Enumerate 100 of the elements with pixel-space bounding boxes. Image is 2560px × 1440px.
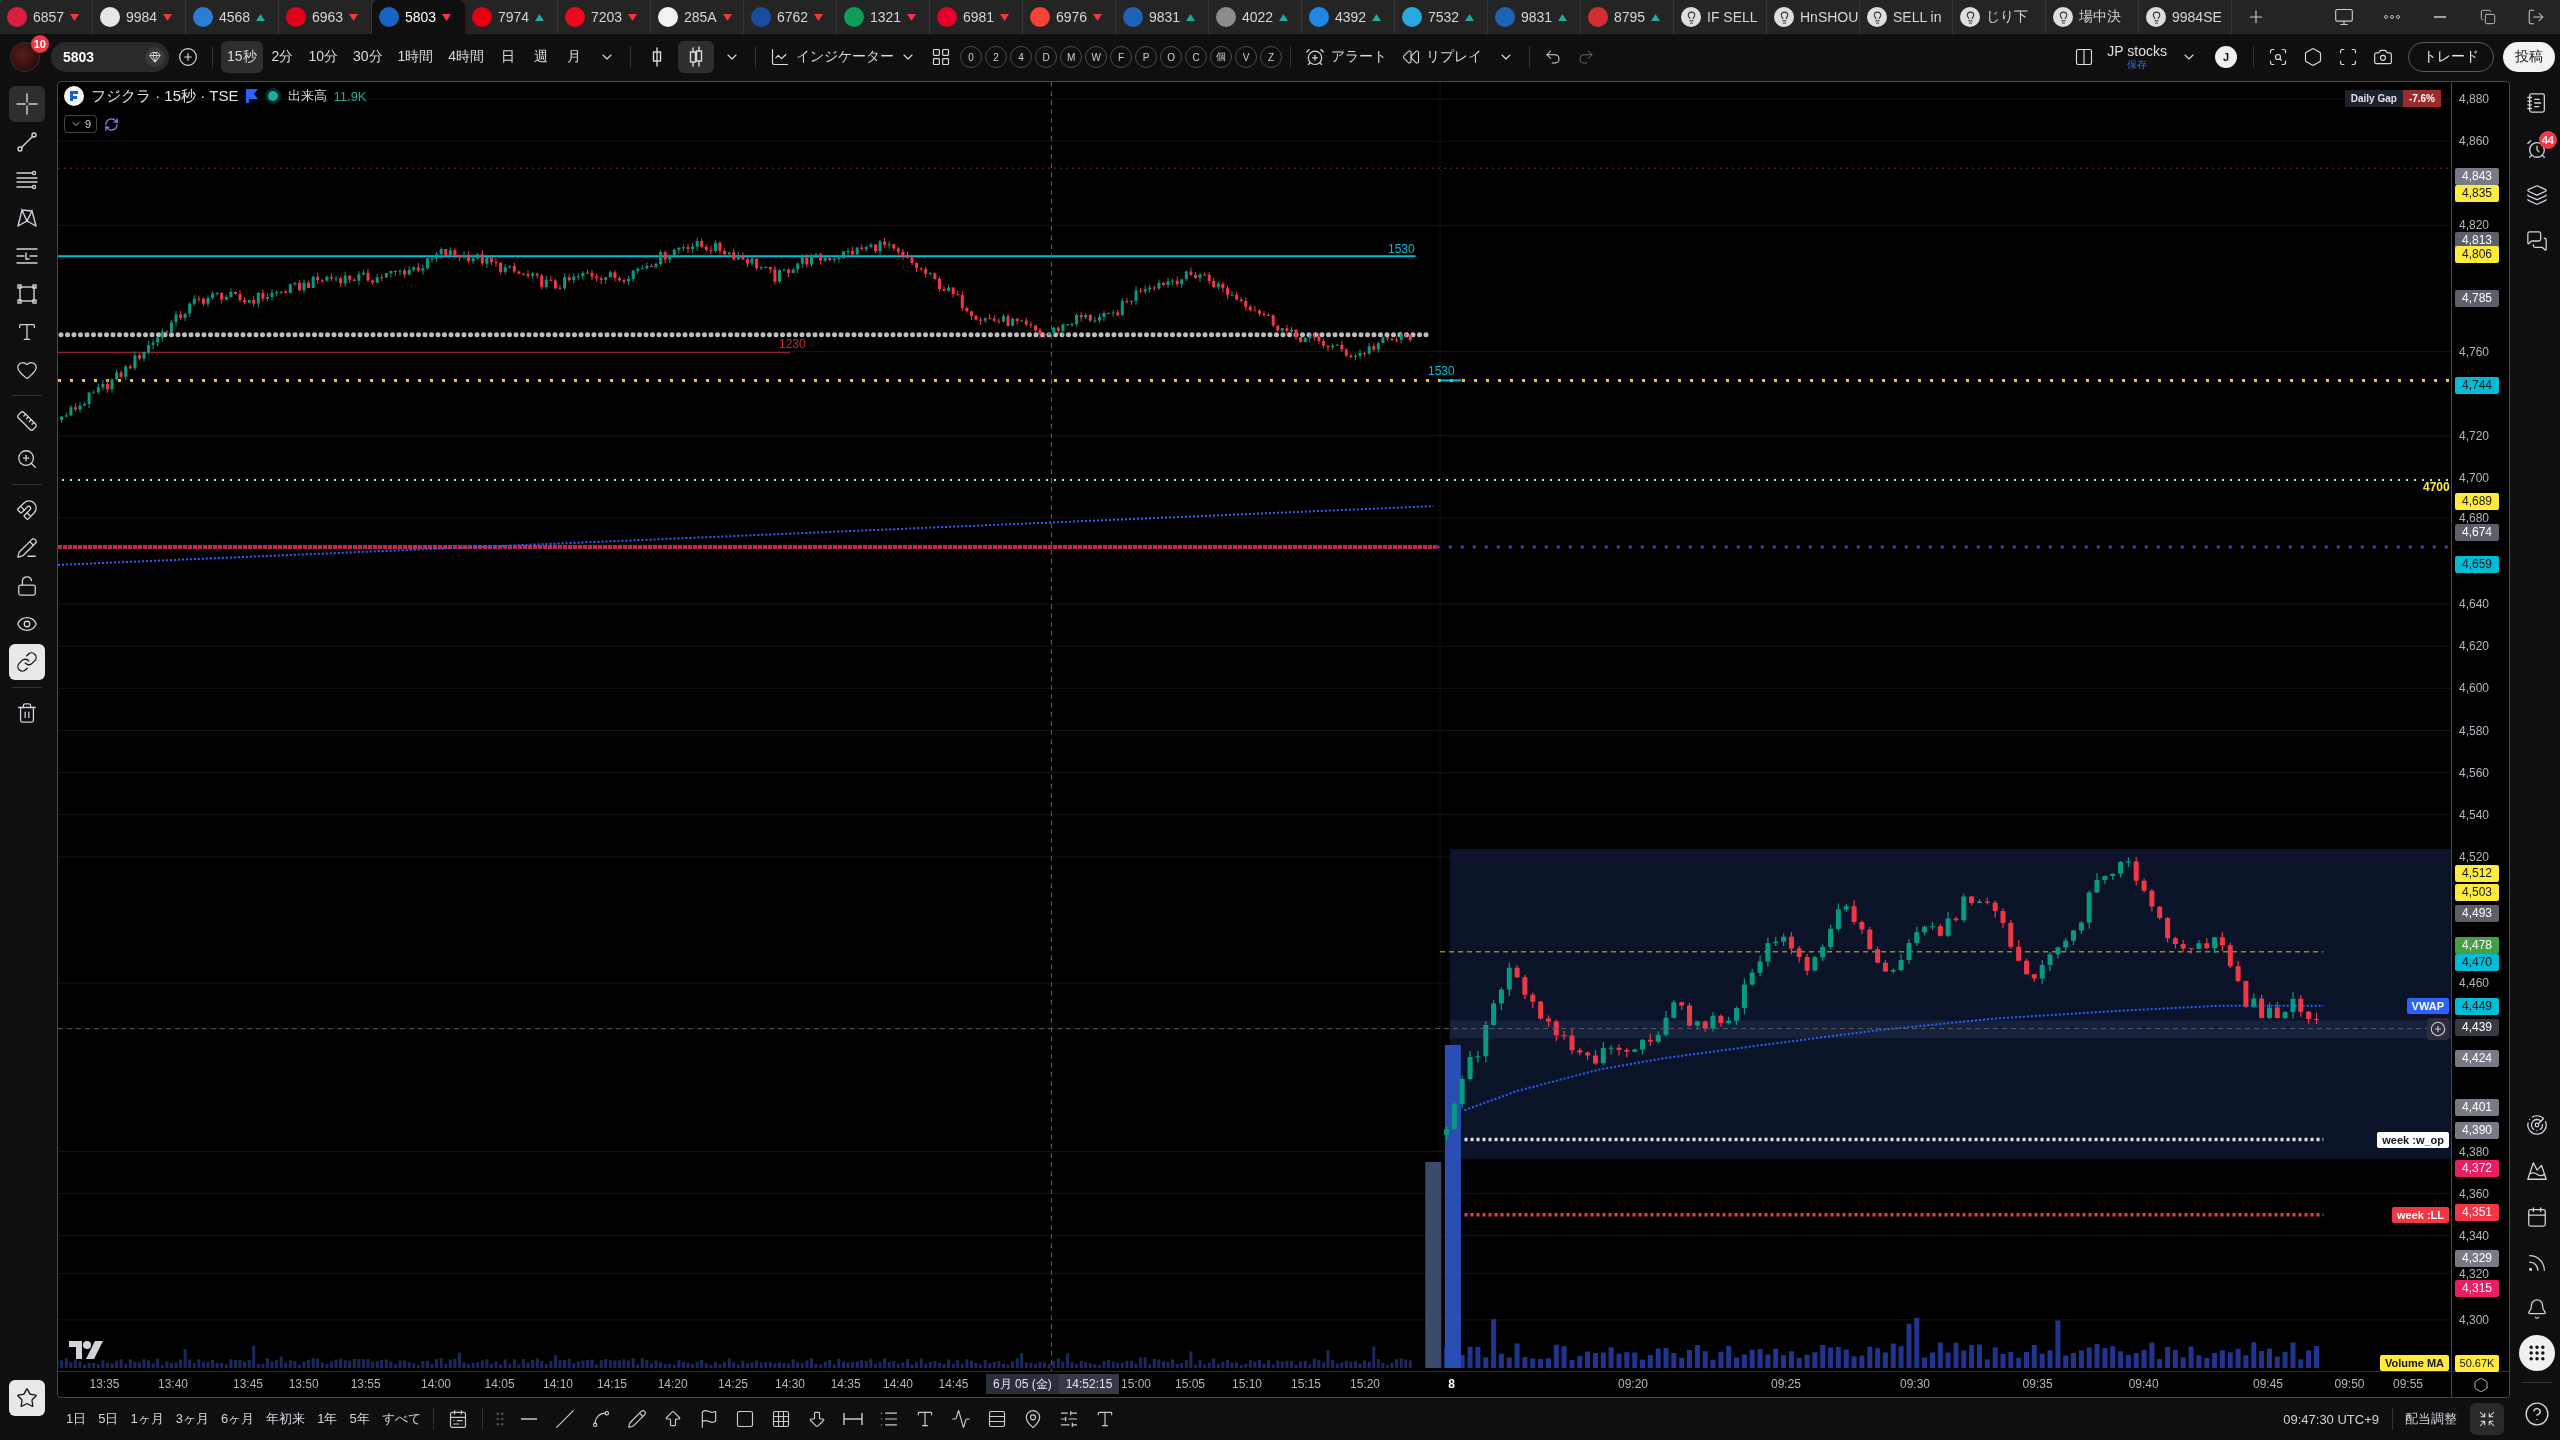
range-button[interactable]: 1ヶ月	[125, 1405, 169, 1433]
alerts-button[interactable]: 44	[2517, 129, 2557, 169]
time-tick-label: 13:50	[288, 1377, 319, 1392]
undo-icon	[1544, 48, 1563, 66]
settings-icon	[2303, 47, 2323, 67]
time-tick-label: 15:20	[1350, 1377, 1380, 1392]
range-button[interactable]: 1年	[312, 1405, 343, 1433]
volume-average-value: 50.67K	[2455, 1355, 2499, 1373]
price-tick-label: 4,300	[2459, 1313, 2490, 1326]
products-button[interactable]	[2519, 1335, 2555, 1371]
add-alert-button[interactable]	[2427, 1017, 2449, 1040]
sync-drawings-button[interactable]	[9, 644, 45, 680]
price-tag: 4,329	[2455, 1250, 2499, 1268]
price-tag: 4,843	[2455, 168, 2499, 186]
interval-button[interactable]: 4時間	[442, 41, 491, 73]
time-tick-label: 09:30	[1900, 1377, 1930, 1392]
line-chart-icon	[770, 47, 791, 67]
minimize-icon	[2434, 16, 2446, 18]
price-tick-label: 4,580	[2459, 724, 2490, 737]
star-icon	[16, 1387, 38, 1409]
layout-name-button[interactable]: JP stocks 保存	[2103, 39, 2171, 75]
pencil-icon	[626, 1409, 647, 1429]
price-tag: 4,372	[2455, 1159, 2499, 1177]
dividend-adjust-button[interactable]: 配当調整	[2400, 1405, 2462, 1433]
range-button[interactable]: 6ヶ月	[215, 1405, 260, 1433]
time-tick-label: 14:30	[775, 1377, 805, 1392]
favorites-button[interactable]	[9, 1380, 45, 1416]
grid-icon	[931, 47, 952, 67]
time-tick-label: 15:00	[1121, 1377, 1151, 1392]
price-tag: 4,689	[2455, 492, 2499, 510]
replay-button[interactable]: リプレイ	[1396, 41, 1489, 73]
gem-icon	[145, 47, 165, 67]
interval-button[interactable]: 週	[526, 41, 557, 73]
price-tag: 4,449	[2455, 997, 2499, 1015]
collapse-button[interactable]	[2470, 1403, 2504, 1435]
slash-icon	[554, 1409, 575, 1429]
price-tick-label: 4,540	[2459, 808, 2490, 821]
split-layout-icon	[2074, 47, 2095, 67]
lightbulb-icon	[1960, 7, 1980, 27]
rectangle-icon	[15, 282, 39, 306]
trend-line-icon	[15, 130, 39, 154]
range-button[interactable]: 3ヶ月	[170, 1405, 214, 1433]
price-tick-label: 4,320	[2459, 1267, 2490, 1280]
restore-icon	[2480, 9, 2496, 25]
interval-button[interactable]: 月	[559, 41, 590, 73]
circle-plus-icon	[178, 47, 198, 67]
symbol-search-field[interactable]: 5803	[51, 42, 169, 72]
collapse-indicators-button[interactable]: 9	[64, 115, 98, 133]
line-label: 1230	[779, 338, 806, 351]
axis-settings-button[interactable]	[2472, 1376, 2489, 1393]
clock-text: 09:47:30 UTC+9	[2283, 1411, 2379, 1427]
price-tick-label: 4,600	[2459, 682, 2490, 695]
crosshair-date: 6月 05 (金)	[986, 1374, 1059, 1394]
price-tick-label: 4,640	[2459, 598, 2490, 611]
user-avatar[interactable]: J	[2215, 46, 2237, 68]
exit-icon	[2527, 8, 2545, 26]
time-tick-label: 09:55	[2393, 1377, 2423, 1392]
chart-type-button[interactable]	[678, 41, 715, 73]
time-tick-label: 14:35	[830, 1377, 861, 1392]
calendar-icon	[2526, 1206, 2548, 1228]
text-icon	[16, 321, 38, 343]
indicators-button[interactable]: インジケーター	[764, 41, 923, 73]
symbol-tab[interactable]: 5803	[372, 0, 465, 34]
zoom-in-icon	[16, 448, 38, 470]
price-tick-label: 4,560	[2459, 766, 2490, 779]
range-button[interactable]: すべて	[376, 1405, 426, 1433]
help-icon	[2524, 1401, 2550, 1427]
alert-button[interactable]: アラート	[1299, 41, 1394, 73]
range-button[interactable]: 年初来	[261, 1405, 311, 1433]
price-tag: 4,315	[2455, 1279, 2499, 1297]
notification-badge: 10	[30, 35, 49, 53]
range-button[interactable]: 1日	[61, 1405, 92, 1433]
price-tick-label: 4,620	[2459, 640, 2490, 653]
search-icon	[2268, 47, 2288, 67]
crosshair-tool-button[interactable]	[9, 86, 45, 122]
daily-gap-label: Daily Gap	[2344, 90, 2403, 107]
lightbulb-icon	[1867, 7, 1887, 27]
interval-button[interactable]: 30分	[346, 41, 389, 73]
interval-button[interactable]: 1時間	[391, 41, 440, 73]
range-button[interactable]: 5日	[93, 1405, 124, 1433]
price-tag: 4,785	[2455, 290, 2499, 308]
price-tag: 4,401	[2455, 1098, 2499, 1116]
interval-button[interactable]: 2分	[265, 41, 300, 73]
publish-button[interactable]: 投稿	[2503, 42, 2555, 72]
sliders-icon	[1058, 1409, 1079, 1429]
interval-button[interactable]: 10分	[302, 41, 344, 73]
price-tick-label: 4,880	[2459, 93, 2490, 105]
minus-icon	[520, 1418, 537, 1420]
lightbulb-icon	[1774, 7, 1794, 27]
time-tick-label: 13:45	[233, 1377, 263, 1392]
rewind-icon	[1402, 48, 1421, 66]
interval-button[interactable]: 15秒	[221, 41, 263, 73]
time-tick-label: 09:40	[2128, 1377, 2159, 1392]
mountains-icon	[2526, 1160, 2548, 1182]
horizontal-lines-icon	[15, 168, 39, 192]
interval-button[interactable]: 日	[493, 41, 524, 73]
link-icon	[16, 651, 38, 673]
grid-icon	[770, 1409, 791, 1429]
time-tick-label: 14:45	[938, 1377, 969, 1392]
range-button[interactable]: 5年	[344, 1405, 375, 1433]
